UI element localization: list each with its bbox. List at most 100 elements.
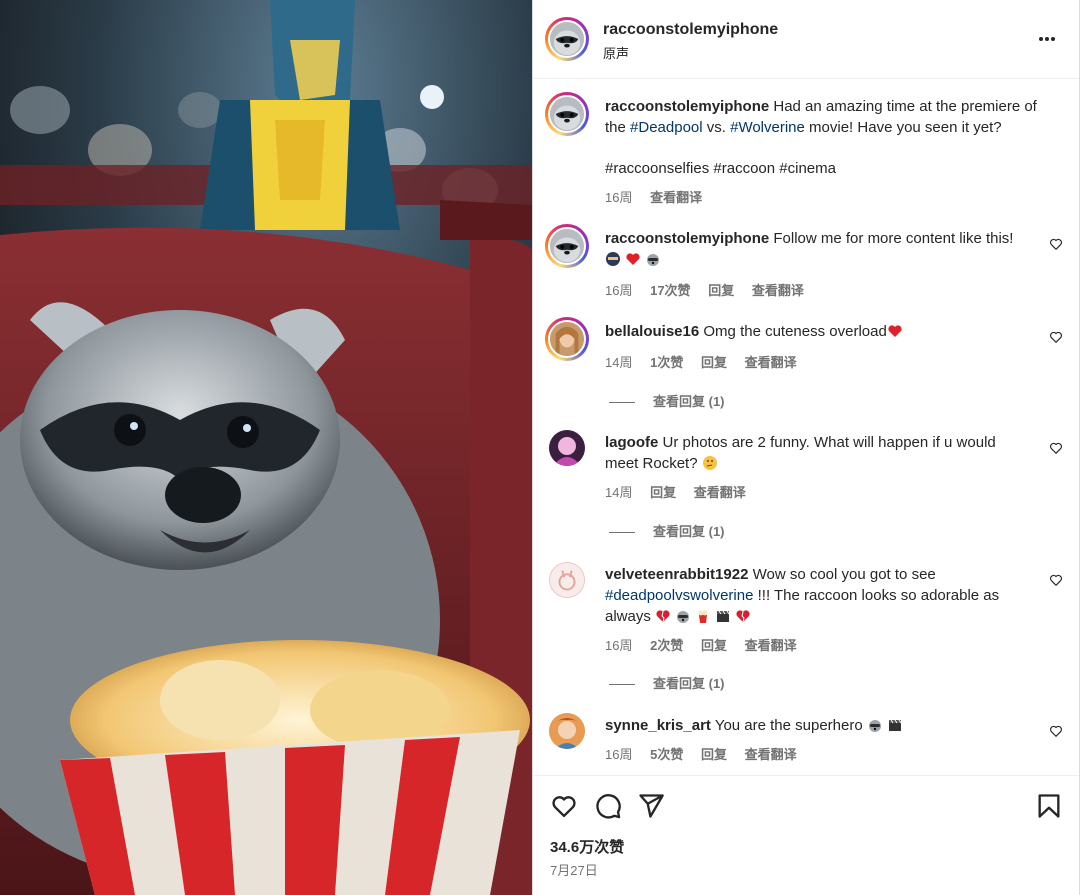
commenter-avatar[interactable] (549, 430, 585, 466)
comment-time: 14周 (605, 355, 633, 370)
comment-username[interactable]: raccoonstolemyiphone (605, 230, 769, 247)
commenter-avatar[interactable] (545, 224, 589, 268)
caption-vs: vs. (706, 119, 726, 136)
view-replies-button[interactable]: 查看回复 (1) (609, 673, 725, 692)
translate-button[interactable]: 查看翻译 (752, 283, 804, 298)
hashtag-deadpool[interactable]: #Deadpool (630, 119, 703, 136)
translate-button[interactable]: 查看翻译 (745, 638, 797, 653)
send-icon[interactable] (637, 792, 665, 820)
clapper-board-emoji-icon (888, 719, 902, 731)
comment-username[interactable]: velveteenrabbit1922 (605, 566, 748, 583)
comment-username[interactable]: synne_kris_art (605, 717, 711, 734)
reply-button[interactable]: 回复 (701, 355, 727, 370)
comment-body: Omg the cuteness overload (703, 323, 887, 340)
comment-like-heart-icon[interactable] (1049, 330, 1063, 344)
person-avatar-icon (550, 322, 584, 356)
view-replies-label: 查看回复 (1) (653, 676, 725, 691)
raccoon-avatar-icon (550, 22, 584, 56)
post-actions: 34.6万次赞 7月27日 (533, 775, 1079, 895)
bookmark-icon[interactable] (1035, 792, 1063, 820)
caption-avatar[interactable] (545, 92, 589, 136)
comment-like-heart-icon[interactable] (1049, 441, 1063, 455)
comment-text: lagoofe Ur photos are 2 funny. What will… (605, 432, 1025, 474)
raccoon-emoji-icon (647, 254, 659, 266)
comment-time: 16周 (605, 638, 633, 653)
post-header: raccoonstolemyiphone 原声 (533, 0, 1079, 79)
comment-body: You are the superhero (714, 717, 863, 734)
comment-like-heart-icon[interactable] (1049, 724, 1063, 738)
view-replies-button[interactable]: 查看回复 (1) (609, 391, 725, 410)
comment-meta: 16周 2次赞 回复 查看翻译 (605, 635, 811, 654)
reply-button[interactable]: 回复 (650, 485, 676, 500)
heart-icon[interactable] (550, 792, 578, 820)
caption-hashtags[interactable]: #raccoonselfies #raccoon #cinema (605, 158, 1025, 179)
comment-text: synne_kris_art You are the superhero (605, 715, 1025, 736)
commenter-avatar[interactable] (549, 713, 585, 749)
comment-text: velveteenrabbit1922 Wow so cool you got … (605, 564, 1025, 627)
comment-username[interactable]: bellalouise16 (605, 323, 699, 340)
reply-button[interactable]: 回复 (701, 747, 727, 762)
comments-list: raccoonstolemyiphone Had an amazing time… (533, 80, 1079, 774)
translate-button[interactable]: 查看翻译 (694, 485, 746, 500)
hashtag-wolverine[interactable]: #Wolverine (730, 119, 805, 136)
translate-button[interactable]: 查看翻译 (745, 747, 797, 762)
comment-meta: 16周 17次赞 回复 查看翻译 (605, 280, 818, 299)
translate-button[interactable]: 查看翻译 (745, 355, 797, 370)
comment-time: 16周 (605, 747, 633, 762)
view-replies-label: 查看回复 (1) (653, 524, 725, 539)
post-date: 7月27日 (550, 863, 598, 878)
popcorn-emoji-icon (698, 610, 708, 623)
comment-time: 16周 (605, 283, 633, 298)
post-modal: raccoonstolemyiphone 原声 raccoonstolemyip… (0, 0, 1080, 895)
raccoon-avatar-icon (550, 229, 584, 263)
comment-icon[interactable] (594, 792, 622, 820)
raccoon-avatar-icon (550, 97, 584, 131)
hashtag-deadpoolvswolverine[interactable]: #deadpoolvswolverine (605, 587, 753, 604)
comment-username[interactable]: lagoofe (605, 434, 658, 451)
comment-likes[interactable]: 5次赞 (650, 747, 683, 762)
author-username[interactable]: raccoonstolemyiphone (603, 21, 778, 39)
red-heart-emoji-icon (888, 325, 902, 337)
comment-body: Wow so cool you got to see (752, 566, 936, 583)
caption-username[interactable]: raccoonstolemyiphone (605, 98, 769, 115)
caption-meta: 16周 查看翻译 (605, 187, 716, 206)
comment-text: raccoonstolemyiphone Follow me for more … (605, 228, 1025, 270)
comment-likes[interactable]: 1次赞 (650, 355, 683, 370)
post-image[interactable] (0, 0, 532, 895)
more-options-icon[interactable] (1039, 28, 1063, 48)
author-avatar[interactable] (545, 17, 589, 61)
art-avatar-icon (549, 713, 585, 749)
audio-label[interactable]: 原声 (603, 43, 629, 62)
broken-heart-emoji-icon (736, 610, 750, 623)
person-avatar-icon (549, 430, 585, 466)
comment-meta: 14周 1次赞 回复 查看翻译 (605, 352, 811, 371)
post-sidebar: raccoonstolemyiphone 原声 raccoonstolemyip… (532, 0, 1080, 895)
raccoon-cinema-image (0, 0, 532, 895)
view-replies-label: 查看回复 (1) (653, 394, 725, 409)
view-replies-button[interactable]: 查看回复 (1) (609, 521, 725, 540)
caption-time: 16周 (605, 190, 633, 205)
comment-text: bellalouise16 Omg the cuteness overload (605, 321, 1025, 342)
caption-ending: movie! Have you seen it yet? (809, 119, 1002, 136)
commenter-avatar[interactable] (549, 562, 585, 598)
comment-meta: 16周 5次赞 回复 查看翻译 (605, 744, 811, 763)
thinking-face-emoji-icon (702, 456, 717, 470)
caption-translate[interactable]: 查看翻译 (650, 190, 702, 205)
clapper-board-emoji-icon (717, 610, 730, 622)
comment-like-heart-icon[interactable] (1049, 573, 1063, 587)
comment-like-heart-icon[interactable] (1049, 237, 1063, 251)
caption-text: raccoonstolemyiphone Had an amazing time… (605, 96, 1045, 138)
comment-likes[interactable]: 17次赞 (650, 283, 690, 298)
commenter-avatar[interactable] (545, 317, 589, 361)
raccoon-emoji-icon (677, 611, 690, 623)
reply-button[interactable]: 回复 (701, 638, 727, 653)
reply-button[interactable]: 回复 (708, 283, 734, 298)
comment-time: 14周 (605, 485, 633, 500)
like-count[interactable]: 34.6万次赞 (550, 836, 624, 857)
comment-body: Ur photos are 2 funny. What will happen … (605, 434, 996, 472)
comment-likes[interactable]: 2次赞 (650, 638, 683, 653)
raccoon-emoji-icon (868, 720, 881, 732)
red-heart-emoji-icon (626, 253, 640, 265)
comment-meta: 14周 回复 查看翻译 (605, 482, 760, 501)
ninja-emoji-icon (606, 252, 620, 266)
